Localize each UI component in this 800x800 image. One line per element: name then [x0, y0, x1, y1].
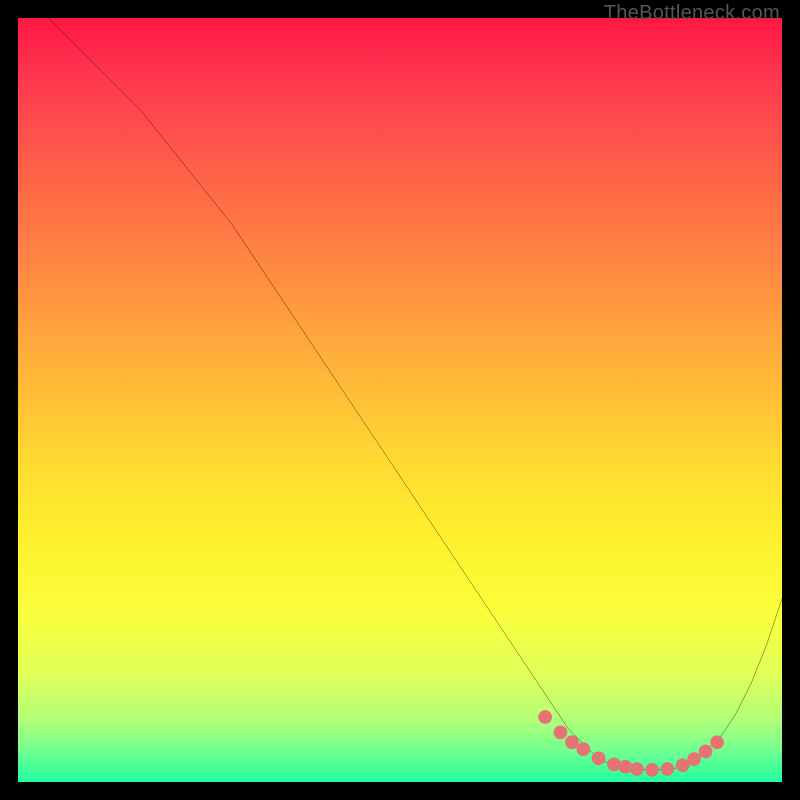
marker-dot: [554, 725, 568, 739]
marker-dot: [661, 762, 675, 776]
marker-dot: [576, 742, 590, 756]
marker-dot: [538, 710, 552, 724]
marker-dot: [699, 745, 713, 759]
bottleneck-curve: [49, 18, 782, 770]
chart-svg: [18, 18, 782, 782]
marker-dot: [710, 735, 724, 749]
marker-dot: [592, 751, 606, 765]
marker-dot: [619, 760, 633, 774]
marker-dot: [607, 758, 621, 772]
marker-dot: [630, 762, 644, 776]
marker-dot: [645, 763, 659, 777]
marker-dot: [687, 752, 701, 766]
marker-dot: [565, 735, 579, 749]
marker-group: [538, 710, 724, 776]
